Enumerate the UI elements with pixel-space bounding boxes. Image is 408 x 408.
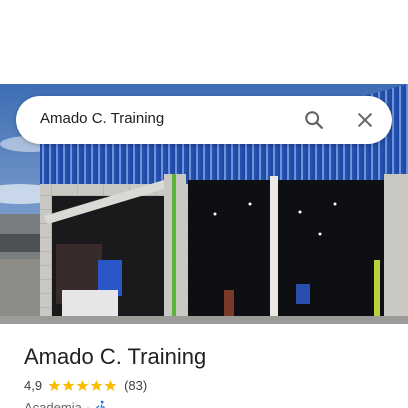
star-icon xyxy=(62,379,75,391)
place-info-panel: Amado C. Training 4,9 (83) Academia · xyxy=(0,324,408,408)
review-count[interactable]: (83) xyxy=(124,378,147,393)
rating-stars xyxy=(48,379,118,392)
map-place-view: Amado C. Training Amado C. Training 4,9 xyxy=(0,0,408,408)
star-icon xyxy=(76,379,89,391)
wheelchair-accessible-icon xyxy=(96,400,105,408)
search-icon[interactable] xyxy=(298,104,330,136)
rating-value: 4,9 xyxy=(24,377,43,393)
search-query-text[interactable]: Amado C. Training xyxy=(40,110,164,127)
star-icon xyxy=(48,379,61,391)
star-icon xyxy=(90,379,103,391)
search-bar[interactable]: Amado C. Training xyxy=(16,96,392,144)
category-row: Academia · xyxy=(24,399,108,408)
place-title: Amado C. Training xyxy=(24,344,207,369)
separator-dot: · xyxy=(85,399,91,408)
star-icon xyxy=(104,379,117,391)
rating-row[interactable]: 4,9 (83) xyxy=(24,377,147,393)
close-icon[interactable] xyxy=(349,104,381,136)
place-category: Academia xyxy=(24,399,82,408)
